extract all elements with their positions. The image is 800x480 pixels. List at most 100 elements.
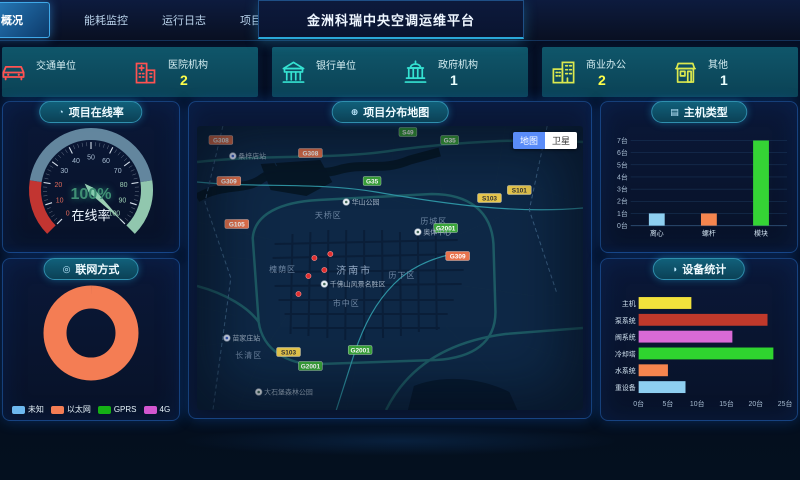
panel-title-text: 联网方式 — [75, 261, 119, 277]
platform-title-text: 金洲科瑞中央空调运维平台 — [307, 10, 475, 29]
svg-text:螺杆: 螺杆 — [702, 228, 716, 237]
left-column: ◔ 项目在线率 0102030405060708090100 100% 在线率 … — [2, 101, 180, 421]
svg-text:G35: G35 — [444, 138, 457, 145]
panel-title-text: 项目在线率 — [69, 104, 124, 120]
stat-label: 商业办公 — [586, 56, 626, 71]
svg-text:15台: 15台 — [719, 399, 734, 408]
network-donut-chart — [3, 281, 179, 385]
panel-map-title: ⊕ 项目分布地图 — [332, 101, 449, 123]
svg-text:60: 60 — [102, 158, 110, 165]
svg-text:苗家庄站: 苗家庄站 — [232, 333, 260, 342]
svg-text:G105: G105 — [229, 222, 245, 229]
top-nav: 概况 能耗监控 运行日志 项目列表 视频监控 金洲科瑞中央空调运维平台 — [0, 0, 800, 41]
center-column: ⊕ 项目分布地图 — [188, 101, 592, 421]
svg-text:长清区: 长清区 — [235, 350, 262, 360]
stat-label: 其他 — [708, 56, 728, 71]
svg-text:5台: 5台 — [663, 399, 674, 408]
legend-swatch — [144, 406, 157, 414]
panel-online-rate: ◔ 项目在线率 0102030405060708090100 100% 在线率 — [2, 101, 180, 253]
svg-text:S103: S103 — [482, 196, 497, 203]
panel-title-text: 项目分布地图 — [363, 104, 429, 120]
svg-text:G308: G308 — [303, 151, 319, 158]
legend-swatch — [51, 406, 64, 414]
map-type-switch: 地图 卫星 — [513, 132, 577, 149]
stats-icon: ◑ — [672, 264, 677, 274]
legend-item-ethernet[interactable]: 以太网 — [51, 404, 91, 415]
stat-value: 1 — [450, 72, 478, 88]
online-rate-caption: 在线率 — [3, 205, 179, 224]
svg-text:千佛山风景名胜区: 千佛山风景名胜区 — [330, 279, 386, 288]
svg-text:70: 70 — [114, 168, 122, 175]
tab-energy-monitor[interactable]: 能耗监控 — [84, 12, 128, 28]
legend-item-4g[interactable]: 4G — [144, 404, 171, 415]
project-distribution-map[interactable]: 天桥区历城区槐荫区历下区市中区长清区济南市G308G308G309G105G30… — [197, 126, 583, 410]
floor-glow — [180, 426, 620, 456]
legend-swatch — [12, 406, 25, 414]
svg-text:济南市: 济南市 — [336, 264, 372, 277]
stat-value: 2 — [598, 72, 626, 88]
svg-text:50: 50 — [87, 154, 95, 161]
car-icon — [0, 59, 27, 86]
stat-card-office-other: 商业办公 2 其他 1 — [542, 47, 798, 97]
host-type-bar-chart: 0台1台2台3台4台5台6台7台离心螺杆模块 — [605, 126, 793, 248]
panel-project-map: ⊕ 项目分布地图 — [188, 101, 592, 419]
svg-text:G308: G308 — [213, 138, 229, 145]
stat-transport: 交通单位 — [10, 57, 128, 88]
svg-text:20台: 20台 — [748, 399, 763, 408]
map-canvas: 天桥区历城区槐荫区历下区市中区长清区济南市G308G308G309G105G30… — [197, 126, 583, 410]
government-icon — [402, 59, 429, 86]
stat-office: 商业办公 2 — [550, 56, 668, 88]
stat-value — [328, 73, 356, 88]
svg-text:0台: 0台 — [633, 399, 644, 408]
stat-bank: 银行单位 — [280, 57, 398, 88]
stat-label: 交通单位 — [36, 57, 76, 72]
panel-network-mode: ◎ 联网方式 未知 以太网 GPRS 4G — [2, 258, 180, 421]
svg-text:天桥区: 天桥区 — [315, 210, 342, 220]
panel-title-text: 主机类型 — [684, 104, 728, 120]
svg-text:G309: G309 — [450, 254, 466, 261]
svg-text:离心: 离心 — [650, 228, 664, 237]
stat-label: 政府机构 — [438, 56, 478, 71]
svg-text:30: 30 — [60, 168, 68, 175]
svg-text:S49: S49 — [402, 130, 414, 137]
svg-text:桑梓店站: 桑梓店站 — [238, 151, 266, 160]
panel-network-title: ◎ 联网方式 — [44, 258, 139, 280]
host-icon: ▤ — [670, 107, 679, 118]
svg-text:冷却塔: 冷却塔 — [615, 349, 636, 358]
svg-text:重设备: 重设备 — [615, 383, 636, 392]
stat-value: 1 — [720, 72, 728, 88]
platform-title: 金洲科瑞中央空调运维平台 — [258, 0, 524, 39]
hospital-icon — [132, 59, 159, 86]
svg-text:G309: G309 — [221, 179, 237, 186]
network-icon: ◎ — [63, 264, 71, 275]
svg-text:S101: S101 — [512, 188, 527, 195]
legend-item-unknown[interactable]: 未知 — [12, 404, 44, 415]
legend-swatch — [98, 406, 111, 414]
stats-row: 交通单位 医院机构 2 — [2, 47, 798, 97]
online-rate-value: 100% — [3, 186, 179, 204]
svg-text:历下区: 历下区 — [389, 271, 416, 280]
network-legend: 未知 以太网 GPRS 4G — [3, 404, 179, 415]
tab-overview[interactable]: 概况 — [0, 2, 50, 38]
svg-text:1台: 1台 — [617, 209, 628, 218]
stat-value — [48, 73, 76, 88]
svg-text:7台: 7台 — [617, 136, 628, 145]
legend-item-gprs[interactable]: GPRS — [98, 404, 137, 415]
shop-icon — [672, 59, 699, 86]
satellite-mode-button[interactable]: 卫星 — [545, 132, 577, 149]
svg-text:6台: 6台 — [617, 148, 628, 157]
dashboard-screen: 概况 能耗监控 运行日志 项目列表 视频监控 金洲科瑞中央空调运维平台 交通单位 — [0, 0, 800, 480]
svg-text:25台: 25台 — [778, 399, 793, 408]
panel-host-type-title: ▤ 主机类型 — [651, 101, 747, 123]
bank-icon — [280, 59, 307, 86]
office-icon — [550, 59, 577, 86]
map-pin-icon: ⊕ — [351, 107, 359, 118]
panel-device-stats: ◑ 设备统计 主机泵系统阀系统冷却塔水系统重设备0台5台10台15台20台25台 — [600, 258, 798, 421]
svg-text:主机: 主机 — [622, 299, 636, 308]
map-mode-button[interactable]: 地图 — [513, 132, 545, 149]
tab-run-log[interactable]: 运行日志 — [162, 12, 206, 28]
panel-host-type: ▤ 主机类型 0台1台2台3台4台5台6台7台离心螺杆模块 — [600, 101, 798, 253]
svg-text:大石堡森林公园: 大石堡森林公园 — [264, 387, 313, 396]
stat-label: 医院机构 — [168, 56, 208, 71]
svg-text:水系统: 水系统 — [615, 366, 636, 375]
